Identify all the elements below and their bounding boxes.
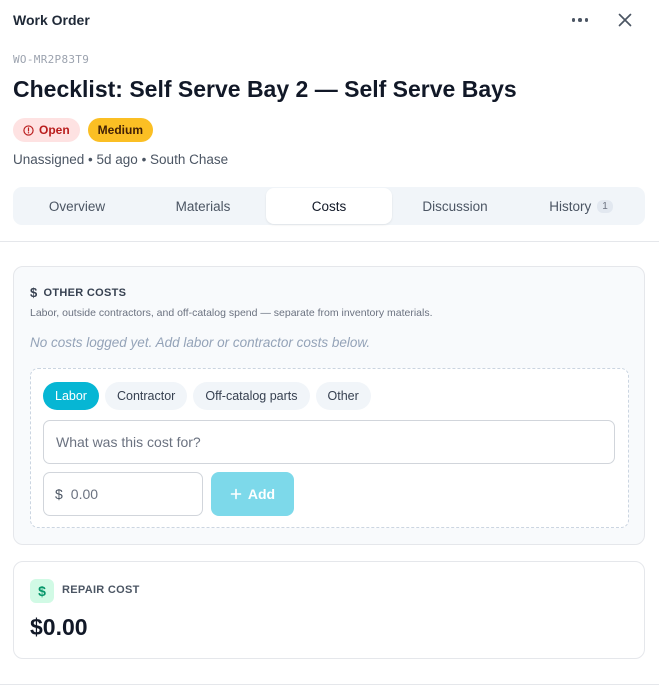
cost-amount-input[interactable] (70, 486, 181, 502)
close-icon (618, 13, 632, 27)
more-horizontal-icon (571, 18, 576, 22)
repair-cost-card: $ REPAIR COST $0.00 (13, 561, 645, 659)
tab-materials[interactable]: Materials (140, 188, 266, 224)
repair-cost-label: REPAIR COST (62, 584, 140, 596)
tab-label: Costs (311, 198, 347, 214)
close-button[interactable] (614, 9, 636, 31)
other-costs-heading: $ OTHER COSTS (30, 285, 126, 300)
dollar-icon: $ (30, 579, 54, 603)
history-count-badge: 1 (597, 199, 613, 213)
category-chip-labor[interactable]: Labor (43, 382, 99, 410)
currency-symbol: $ (55, 486, 63, 502)
other-costs-heading-label: OTHER COSTS (43, 286, 127, 299)
divider (0, 241, 659, 242)
tab-label: Discussion (422, 198, 488, 214)
more-options-button[interactable] (568, 10, 592, 30)
tab-label: Overview (48, 198, 106, 214)
work-order-id: WO-MR2P83T9 (13, 53, 90, 66)
category-chip-off-catalog-parts[interactable]: Off-catalog parts (193, 382, 310, 410)
tab-discussion[interactable]: Discussion (392, 188, 518, 224)
tab-bar: Overview Materials Costs Discussion Hist… (13, 187, 645, 225)
status-badge[interactable]: Open (13, 118, 80, 142)
panel-title: Work Order (13, 12, 90, 28)
add-cost-button[interactable]: Add (211, 472, 294, 516)
empty-costs-message: No costs logged yet. Add labor or contra… (30, 335, 371, 350)
other-costs-description: Labor, outside contractors, and off-cata… (30, 307, 433, 319)
cost-category-chips: Labor Contractor Off-catalog parts Other (43, 382, 371, 410)
category-chip-contractor[interactable]: Contractor (104, 382, 188, 410)
category-chip-other[interactable]: Other (315, 382, 371, 410)
alert-circle-icon (23, 124, 34, 136)
tab-label: History (549, 198, 592, 214)
tab-overview[interactable]: Overview (14, 188, 140, 224)
tab-costs[interactable]: Costs (266, 188, 392, 224)
priority-badge[interactable]: Medium (87, 118, 154, 142)
cost-description-input[interactable] (43, 420, 615, 464)
status-label: Open (39, 123, 70, 137)
other-costs-card: $ OTHER COSTS Labor, outside contractors… (13, 266, 645, 545)
cost-amount-field[interactable]: $ (43, 472, 203, 516)
dollar-icon: $ (30, 285, 38, 300)
repair-cost-value: $0.00 (30, 614, 88, 640)
badges: Open Medium (13, 118, 154, 142)
cost-entry-form: Labor Contractor Off-catalog parts Other… (30, 368, 629, 528)
top-bar: Work Order (0, 0, 659, 40)
priority-label: Medium (97, 123, 144, 137)
plus-icon (230, 488, 242, 500)
tab-label: Materials (175, 198, 231, 214)
divider (0, 684, 659, 685)
tab-history[interactable]: History 1 (518, 188, 644, 224)
work-order-meta: Unassigned • 5d ago • South Chase (13, 152, 229, 167)
add-cost-label: Add (247, 486, 276, 502)
page-title: Checklist: Self Serve Bay 2 — Self Serve… (13, 76, 517, 102)
